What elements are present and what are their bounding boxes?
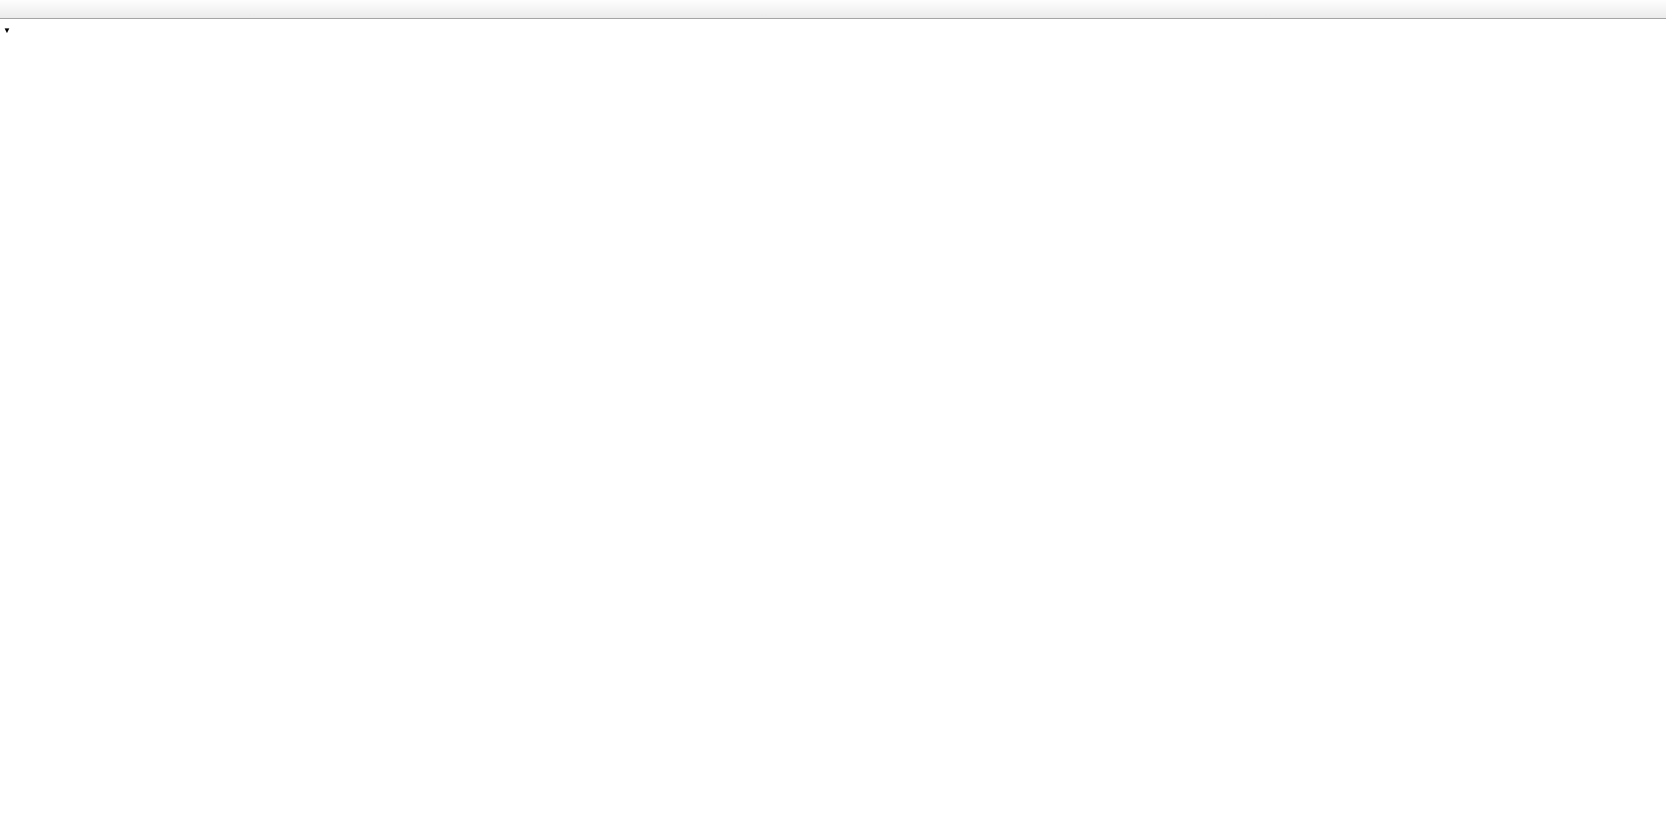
chart-canvas[interactable]: [0, 0, 1666, 828]
chart-menu-arrow[interactable]: ▼: [3, 26, 11, 35]
toolbar: [0, 0, 1666, 19]
mt4-window: ▼: [0, 0, 1666, 828]
